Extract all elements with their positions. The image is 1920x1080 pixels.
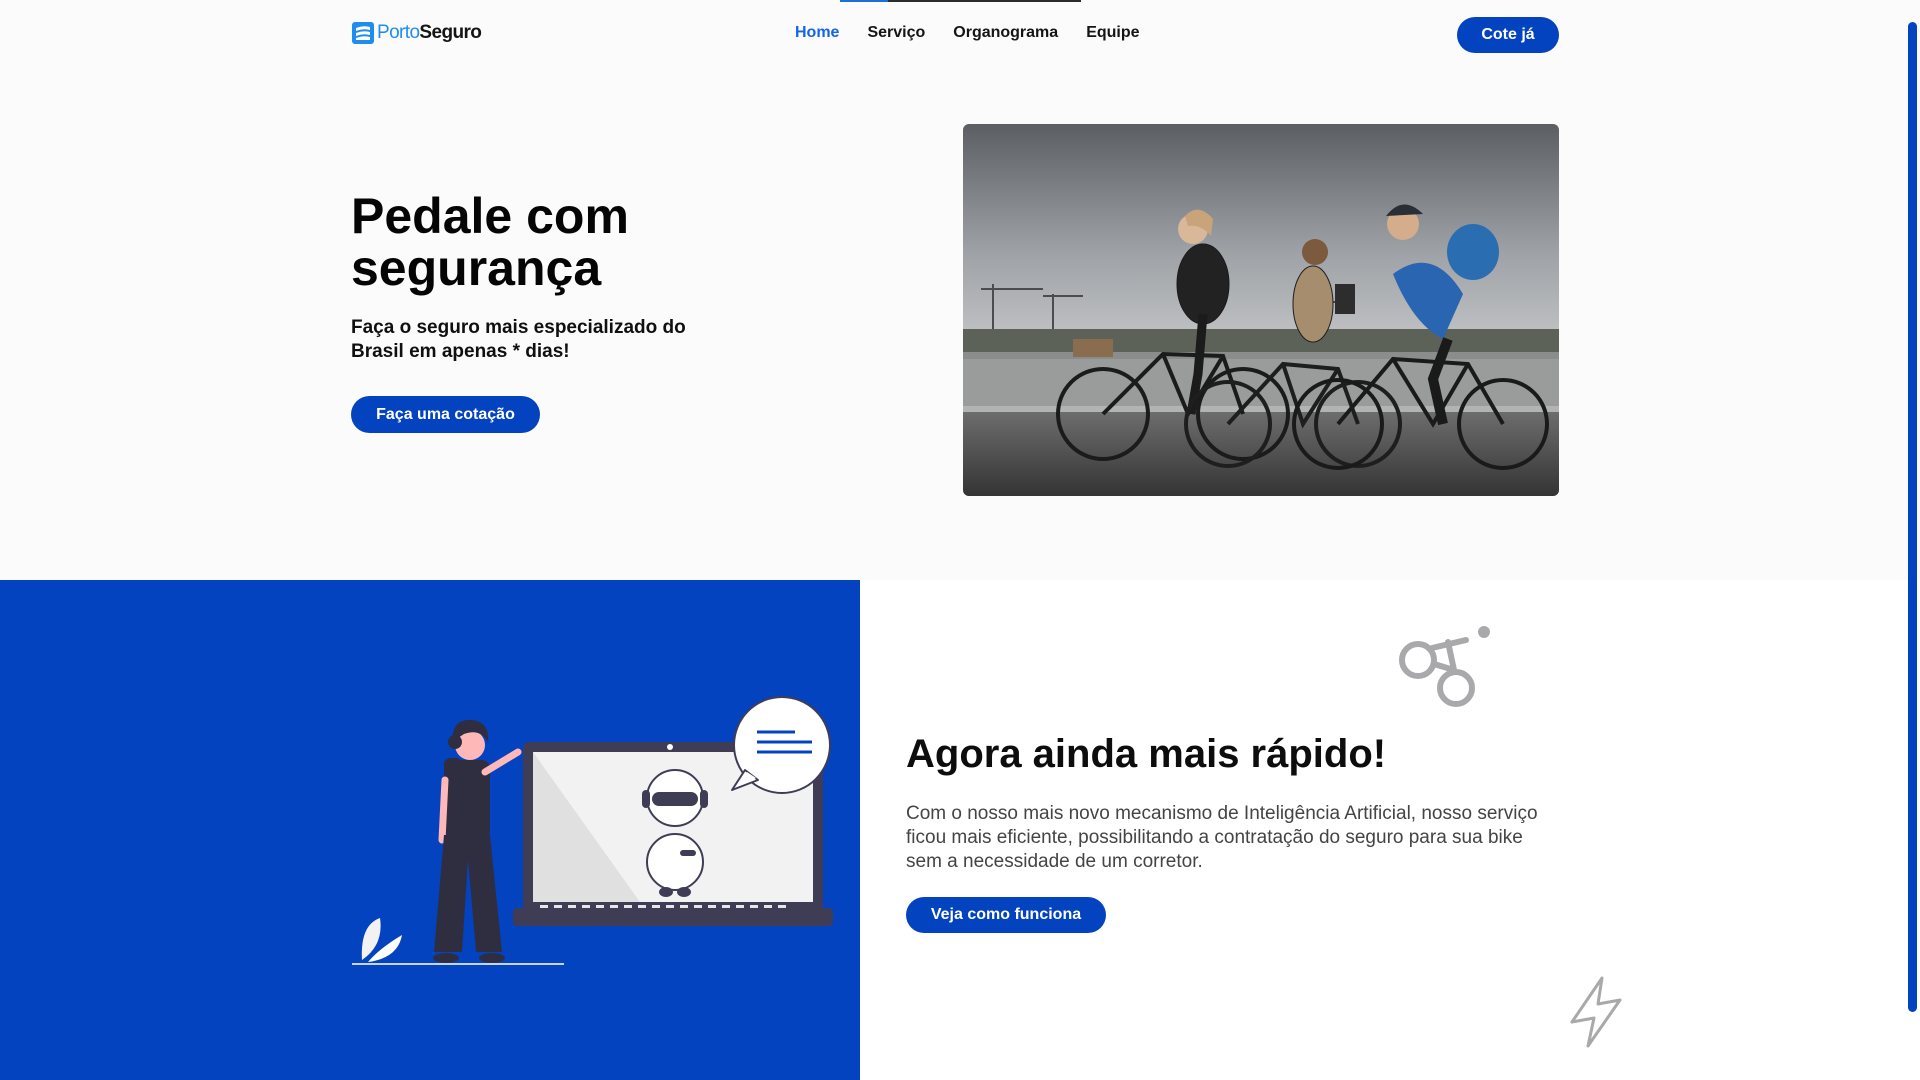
logo-text-seguro: Seguro <box>419 22 482 43</box>
nav-home[interactable]: Home <box>795 24 839 42</box>
porto-logo-icon <box>352 22 374 44</box>
lightning-icon <box>1570 976 1622 1048</box>
site-header: PortoSeguro Home Serviço Organograma Equ… <box>0 0 1920 70</box>
hero-title: Pedale com segurança <box>351 188 629 296</box>
ai-chatbot-illustration <box>340 690 840 970</box>
logo-text-porto: Porto <box>377 22 420 43</box>
quote-button[interactable]: Faça uma cotação <box>351 396 540 433</box>
nav-scroll-indicator <box>840 0 1081 2</box>
scrollbar[interactable] <box>1908 22 1917 1012</box>
cyclists-photo <box>963 124 1559 496</box>
cote-ja-button[interactable]: Cote já <box>1457 17 1559 53</box>
logo[interactable]: PortoSeguro <box>351 21 482 45</box>
how-it-works-button[interactable]: Veja como funciona <box>906 897 1106 933</box>
bike-icon <box>1399 626 1490 707</box>
feature-title: Agora ainda mais rápido! <box>906 732 1387 776</box>
hero-subtitle: Faça o seguro mais especializado do Bras… <box>351 317 686 362</box>
nav-organograma[interactable]: Organograma <box>953 24 1058 42</box>
main-nav: Home Serviço Organograma Equipe <box>795 24 1140 42</box>
logo-text: PortoSeguro <box>377 22 482 44</box>
nav-servico[interactable]: Serviço <box>867 24 925 42</box>
feature-text: Com o nosso mais novo mecanismo de Intel… <box>906 803 1538 872</box>
nav-equipe[interactable]: Equipe <box>1086 24 1139 42</box>
